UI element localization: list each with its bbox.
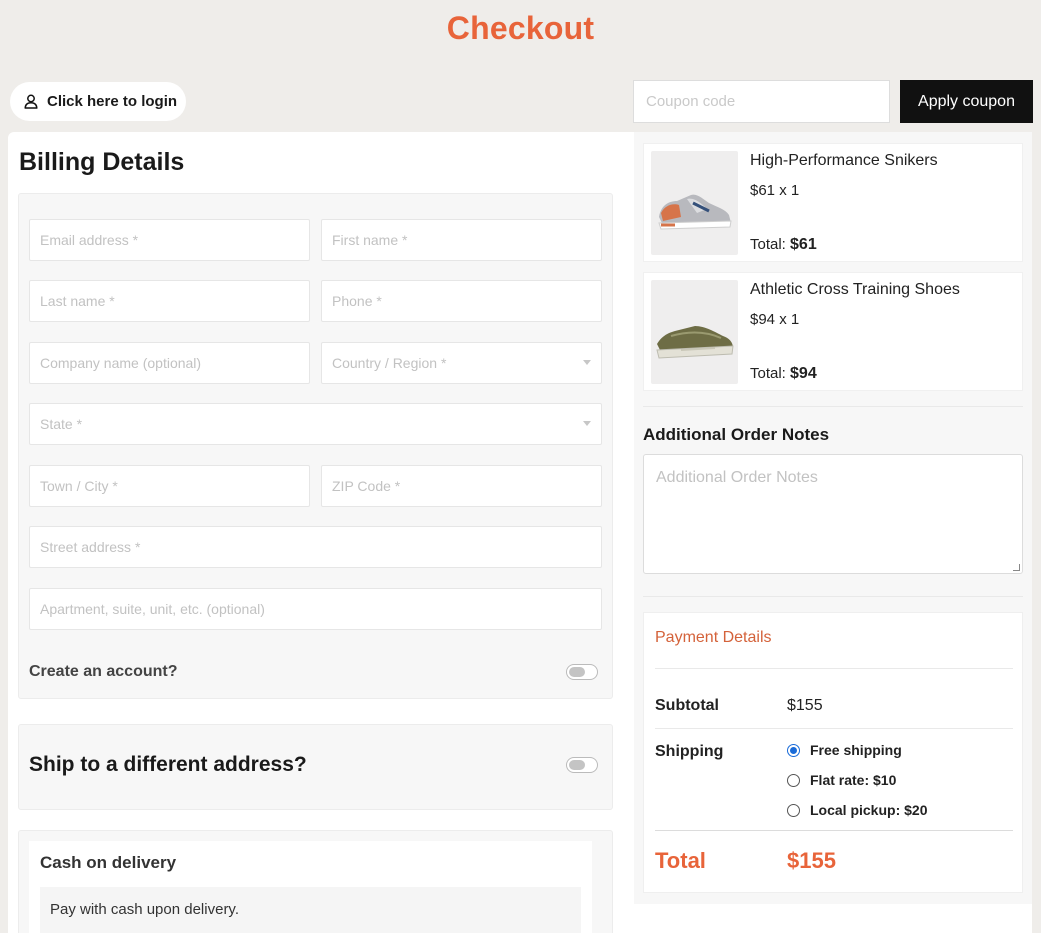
coupon-input[interactable] <box>633 80 890 123</box>
country-select[interactable]: Country / Region * <box>321 342 602 384</box>
create-account-label: Create an account? <box>29 663 178 680</box>
sneaker-image-icon <box>658 194 732 230</box>
order-notes-textarea[interactable]: Additional Order Notes <box>643 454 1023 574</box>
payment-method-section: Cash on delivery Pay with cash upon deli… <box>18 830 613 933</box>
order-total-value: $155 <box>787 848 836 873</box>
sneaker-image-icon <box>656 326 734 359</box>
order-summary-column: High-Performance Snikers $61 x 1 Total: … <box>634 132 1032 904</box>
first-name-field[interactable]: First name * <box>321 219 602 261</box>
chevron-down-icon <box>583 360 591 365</box>
total-value: $94 <box>790 365 817 382</box>
last-name-placeholder: Last name * <box>40 293 115 309</box>
product-name: Athletic Cross Training Shoes <box>750 281 960 298</box>
page-title: Checkout <box>446 10 595 46</box>
apartment-field[interactable]: Apartment, suite, unit, etc. (optional) <box>29 588 602 630</box>
cod-description: Pay with cash upon delivery. <box>40 887 581 933</box>
phone-placeholder: Phone * <box>332 293 382 309</box>
email-placeholder: Email address * <box>40 232 139 248</box>
product-total: Total: $61 <box>750 236 817 254</box>
radio-unselected[interactable] <box>787 803 800 817</box>
notes-label: Additional Order Notes <box>643 425 830 444</box>
divider <box>643 406 1023 407</box>
divider <box>655 668 1013 669</box>
radio-unselected[interactable] <box>787 773 800 787</box>
apply-coupon-button[interactable]: Apply coupon <box>900 80 1033 123</box>
divider <box>655 728 1013 729</box>
checkout-panel: Billing Details Email address * First na… <box>8 132 1032 933</box>
product-image <box>651 151 738 255</box>
login-button[interactable]: Click here to login <box>10 82 186 121</box>
zip-placeholder: ZIP Code * <box>332 478 401 494</box>
cod-title: Cash on delivery <box>40 853 177 872</box>
product-total: Total: $94 <box>750 365 817 383</box>
shipping-option-pickup[interactable]: Local pickup: $20 <box>787 802 927 818</box>
divider <box>655 830 1013 831</box>
total-label: Total: <box>750 365 786 382</box>
toggle-knob <box>569 760 585 770</box>
shipping-option-label: Local pickup: $20 <box>810 802 928 818</box>
user-icon <box>24 94 38 109</box>
ship-different-section: Ship to a different address? <box>18 724 613 810</box>
city-placeholder: Town / City * <box>40 478 118 494</box>
state-select[interactable]: State * <box>29 403 602 445</box>
chevron-down-icon <box>583 421 591 426</box>
cart-item: Athletic Cross Training Shoes $94 x 1 To… <box>643 272 1023 391</box>
ship-different-label: Ship to a different address? <box>29 753 307 776</box>
first-name-placeholder: First name * <box>332 232 408 248</box>
email-field[interactable]: Email address * <box>29 219 310 261</box>
radio-selected[interactable] <box>787 743 800 757</box>
apartment-placeholder: Apartment, suite, unit, etc. (optional) <box>40 601 265 617</box>
last-name-field[interactable]: Last name * <box>29 280 310 322</box>
order-total-label: Total <box>655 848 706 873</box>
street-placeholder: Street address * <box>40 539 141 555</box>
shipping-option-flat[interactable]: Flat rate: $10 <box>787 772 896 788</box>
cod-option[interactable]: Cash on delivery Pay with cash upon deli… <box>29 841 592 933</box>
ship-different-toggle[interactable] <box>566 757 598 773</box>
payment-details-card: Payment Details Subtotal $155 Shipping F… <box>643 612 1023 893</box>
total-label: Total: <box>750 236 786 253</box>
create-account-toggle[interactable] <box>566 664 598 680</box>
product-name: High-Performance Snikers <box>750 152 938 169</box>
login-label: Click here to login <box>47 93 178 110</box>
cart-item: High-Performance Snikers $61 x 1 Total: … <box>643 143 1023 262</box>
billing-form: Email address * First name * Last name *… <box>18 193 613 699</box>
company-placeholder: Company name (optional) <box>40 355 202 371</box>
city-field[interactable]: Town / City * <box>29 465 310 507</box>
divider <box>643 596 1023 597</box>
notes-placeholder: Additional Order Notes <box>656 469 818 486</box>
shipping-option-label: Flat rate: $10 <box>810 772 897 788</box>
product-price: $94 x 1 <box>750 311 800 328</box>
product-price: $61 x 1 <box>750 182 800 199</box>
payment-details-title: Payment Details <box>655 629 772 646</box>
street-field[interactable]: Street address * <box>29 526 602 568</box>
product-image <box>651 280 738 384</box>
resize-handle-icon[interactable] <box>1013 564 1020 571</box>
company-field[interactable]: Company name (optional) <box>29 342 310 384</box>
subtotal-value: $155 <box>787 697 823 714</box>
billing-title: Billing Details <box>19 148 185 176</box>
shipping-label: Shipping <box>655 743 724 760</box>
total-value: $61 <box>790 236 817 253</box>
country-placeholder: Country / Region * <box>332 355 447 371</box>
zip-field[interactable]: ZIP Code * <box>321 465 602 507</box>
toggle-knob <box>569 667 585 677</box>
subtotal-label: Subtotal <box>655 697 719 714</box>
phone-field[interactable]: Phone * <box>321 280 602 322</box>
shipping-option-label: Free shipping <box>810 742 902 758</box>
state-placeholder: State * <box>40 416 83 432</box>
shipping-option-free[interactable]: Free shipping <box>787 742 902 758</box>
